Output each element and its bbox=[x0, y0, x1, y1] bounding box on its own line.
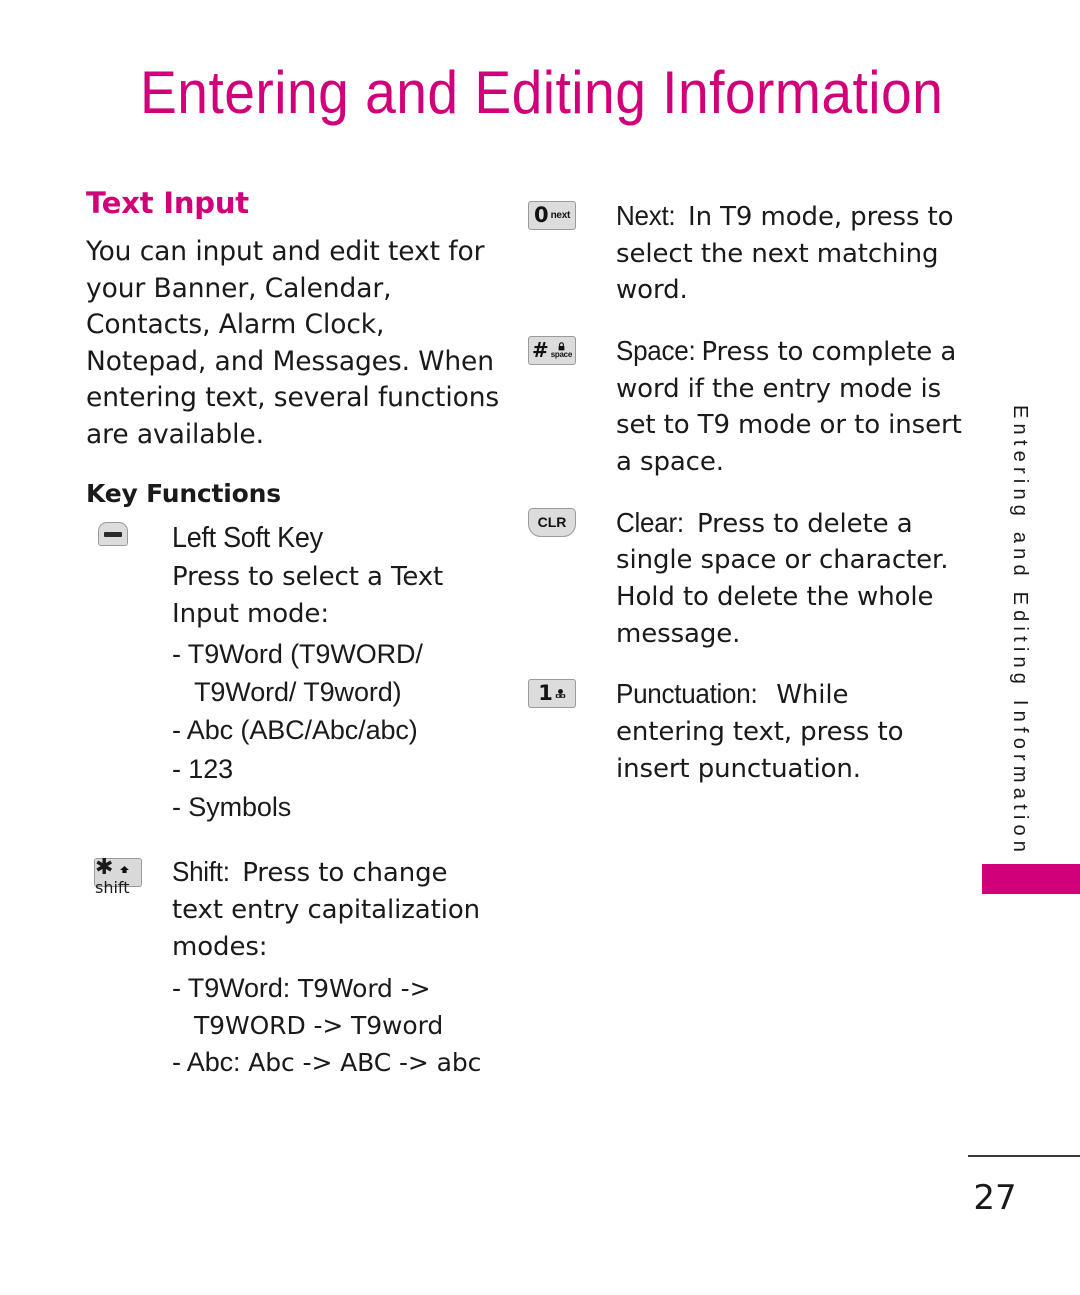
key-name-next: Next: bbox=[616, 200, 676, 231]
mode-row: - Abc: Abc -> ABC -> abc bbox=[172, 1043, 506, 1081]
hash-space-key-icon: # space bbox=[528, 335, 576, 365]
key-glyph: # bbox=[532, 338, 549, 363]
page-title: Entering and Editing Information bbox=[140, 59, 944, 126]
section-heading-text-input: Text Input bbox=[86, 186, 249, 220]
key-entry-next: 0 next Next: In T9 mode, press to select… bbox=[524, 196, 964, 309]
left-soft-key-icon bbox=[98, 522, 128, 550]
one-punctuation-key-icon: 1 bbox=[528, 679, 576, 709]
side-tab-accent-block bbox=[982, 864, 1080, 894]
key-entry-body: Shift: Press to change text entry capita… bbox=[172, 852, 506, 1081]
key-entry-body: Space: Press to complete a word if the en… bbox=[616, 331, 964, 481]
mode-item: - Symbols bbox=[172, 791, 292, 822]
left-column: Text Input You can input and edit text f… bbox=[86, 186, 506, 1099]
mode-item: - 123 bbox=[172, 753, 234, 784]
mode-item-cont: T9Word/ T9word) bbox=[194, 676, 402, 707]
key-entry-space: # space Space: Press to complete a word i… bbox=[524, 331, 964, 481]
intro-paragraph: You can input and edit text for your Ban… bbox=[86, 236, 500, 450]
voicemail-at-icon bbox=[555, 689, 566, 699]
key-entry-body: Punctuation: While entering text, press … bbox=[616, 674, 964, 787]
key-functions-heading: Key Functions bbox=[86, 479, 281, 509]
zero-next-key-icon: 0 next bbox=[528, 201, 576, 230]
key-entry-body: Left Soft Key Press to select a Text Inp… bbox=[172, 518, 506, 826]
key-entry-left-soft-key: Left Soft Key Press to select a Text Inp… bbox=[86, 518, 506, 826]
key-name-clear: Clear: bbox=[616, 506, 684, 538]
mode-row-cont: T9WORD -> T9word bbox=[194, 1010, 444, 1040]
key-entry-body: Clear: Press to delete a single space or… bbox=[616, 503, 964, 653]
page-number: 27 bbox=[973, 1178, 1017, 1218]
footer-divider bbox=[968, 1155, 1080, 1157]
mode-label: - Abc: bbox=[172, 1047, 241, 1077]
clear-key-icon: CLR bbox=[528, 507, 576, 537]
key-glyph: CLR bbox=[537, 514, 567, 531]
mode-row: - T9Word: T9Word -> bbox=[172, 969, 506, 1007]
key-description-left-soft-key: Press to select a Text Input mode: bbox=[172, 562, 444, 629]
star-shift-key-icon: ✱ shift bbox=[94, 857, 142, 897]
key-sublabel: space bbox=[550, 349, 572, 359]
mode-item: - T9Word (T9WORD/ bbox=[172, 638, 423, 669]
mode-label: - T9Word: bbox=[172, 973, 291, 1004]
key-entry-punctuation: 1 Punctuation: While entering text, pres… bbox=[524, 674, 964, 787]
key-entry-clear: CLR Clear: Press to delete a single spac… bbox=[524, 503, 964, 653]
right-column: 0 next Next: In T9 mode, press to select… bbox=[524, 196, 964, 809]
key-name-punctuation: Punctuation: bbox=[616, 678, 758, 710]
shift-arrow-icon bbox=[119, 866, 129, 874]
shift-mode-list: - T9Word: T9Word -> T9WORD -> T9word - A… bbox=[172, 969, 506, 1081]
side-tab-label: Entering and Editing Information bbox=[1009, 405, 1031, 858]
key-entry-body: Next: In T9 mode, press to select the ne… bbox=[616, 196, 964, 309]
mode-item: - Abc (ABC/Abc/abc) bbox=[172, 715, 418, 746]
mode-value: Abc -> ABC -> abc bbox=[240, 1048, 482, 1077]
key-entry-shift: ✱ shift Shift: Press to change text entr… bbox=[86, 852, 506, 1081]
key-name-shift: Shift: bbox=[172, 856, 230, 888]
input-mode-list: - T9Word (T9WORD/ T9Word/ T9word) - Abc … bbox=[172, 635, 506, 827]
key-glyph: 0 bbox=[534, 203, 549, 227]
key-name-left-soft-key: Left Soft Key bbox=[172, 522, 323, 555]
side-tab: Entering and Editing Information bbox=[1008, 405, 1038, 857]
mode-value: T9Word -> bbox=[290, 974, 431, 1004]
key-name-space: Space: bbox=[616, 334, 696, 366]
key-sublabel: next bbox=[550, 210, 571, 221]
key-glyph: 1 bbox=[538, 681, 553, 706]
